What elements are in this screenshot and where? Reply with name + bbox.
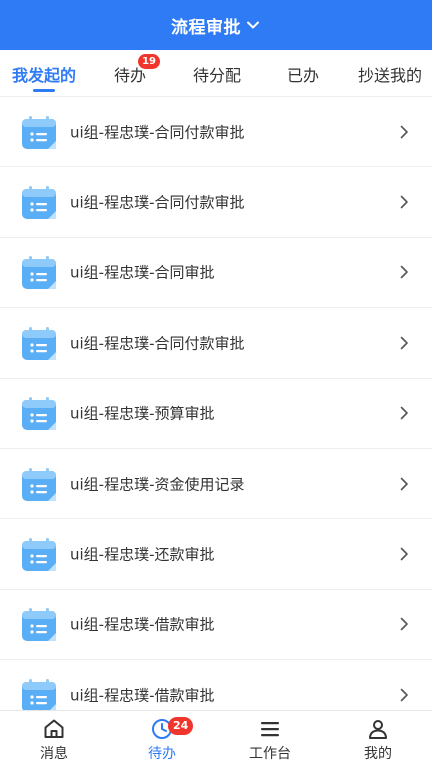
chevron-right-icon: [400, 266, 408, 279]
home-icon: [44, 719, 64, 738]
tab-cc-me[interactable]: 抄送我的: [350, 50, 430, 97]
list-item-label: ui组-程忠璞-合同付款审批: [70, 123, 245, 142]
approval-list: ui组-程忠璞-合同付款审批 ui组-程忠璞-合同付款审批 ui组-程忠璞-合同…: [0, 97, 432, 710]
calendar-list-icon: [22, 608, 56, 642]
calendar-list-icon: [22, 467, 56, 501]
list-item[interactable]: ui组-程忠璞-合同审批: [0, 238, 432, 309]
list-item[interactable]: ui组-程忠璞-还款审批: [0, 519, 432, 590]
nav-messages[interactable]: 消息: [0, 711, 108, 769]
list-item-label: ui组-程忠璞-合同付款审批: [70, 334, 245, 353]
chevron-right-icon: [400, 406, 408, 420]
calendar-list-icon: [22, 256, 56, 290]
user-icon: [369, 720, 387, 739]
chevron-down-icon: [247, 21, 259, 29]
tab-done[interactable]: 已办: [282, 50, 324, 97]
list-item-label: ui组-程忠璞-合同付款审批: [70, 193, 245, 212]
top-bar: 流程审批: [0, 0, 432, 50]
list-item-label: ui组-程忠璞-合同审批: [70, 263, 215, 282]
nav-label: 工作台: [249, 746, 291, 762]
tab-label: 已办: [286, 65, 319, 85]
chevron-right-icon: [400, 336, 408, 350]
tab-label: 我发起的: [11, 65, 76, 85]
list-item[interactable]: ui组-程忠璞-资金使用记录: [0, 449, 432, 520]
tab-badge: 19: [138, 54, 160, 69]
nav-label: 待办: [148, 746, 176, 762]
list-item-label: ui组-程忠璞-借款审批: [70, 615, 215, 634]
chevron-right-icon: [400, 688, 408, 702]
calendar-list-icon: [22, 115, 56, 149]
chevron-right-icon: [400, 125, 408, 138]
list-item-label: ui组-程忠璞-预算审批: [70, 404, 215, 423]
menu-icon: [261, 722, 279, 737]
calendar-list-icon: [22, 538, 56, 572]
tab-label: 待分配: [192, 65, 241, 85]
nav-workbench[interactable]: 工作台: [216, 711, 324, 769]
tab-to-assign[interactable]: 待分配: [186, 50, 248, 97]
page-title-dropdown[interactable]: 流程审批: [171, 13, 261, 38]
list-item-label: ui组-程忠璞-还款审批: [70, 545, 215, 564]
chevron-right-icon: [400, 547, 408, 561]
nav-profile[interactable]: 我的: [324, 711, 432, 769]
nav-label: 消息: [40, 746, 68, 762]
calendar-list-icon: [22, 678, 56, 710]
list-item[interactable]: ui组-程忠璞-合同付款审批: [0, 308, 432, 379]
list-item[interactable]: ui组-程忠璞-合同付款审批: [0, 97, 432, 168]
tab-bar: 我发起的 待办 19 待分配 已办 抄送我的: [0, 50, 432, 97]
calendar-list-icon: [22, 326, 56, 360]
calendar-list-icon: [22, 397, 56, 431]
list-item[interactable]: ui组-程忠璞-合同付款审批: [0, 167, 432, 238]
nav-todo[interactable]: 待办 24: [108, 711, 216, 769]
list-item[interactable]: ui组-程忠璞-借款审批: [0, 590, 432, 661]
list-item-label: ui组-程忠璞-资金使用记录: [70, 475, 245, 494]
tab-todo[interactable]: 待办 19: [110, 50, 160, 97]
tab-initiated[interactable]: 我发起的: [4, 50, 84, 97]
nav-label: 我的: [364, 746, 392, 762]
list-item[interactable]: ui组-程忠璞-借款审批: [0, 660, 432, 710]
chevron-right-icon: [400, 477, 408, 490]
chevron-right-icon: [400, 618, 408, 631]
calendar-list-icon: [22, 186, 56, 220]
tab-label: 抄送我的: [357, 65, 422, 85]
bottom-nav: 消息 待办 24 工作台 我的: [0, 710, 432, 768]
list-item[interactable]: ui组-程忠璞-预算审批: [0, 379, 432, 449]
chevron-right-icon: [400, 195, 408, 209]
tab-active-indicator: [33, 89, 55, 92]
nav-badge: 24: [168, 717, 194, 735]
page-title: 流程审批: [171, 17, 241, 38]
list-item-label: ui组-程忠璞-借款审批: [70, 686, 215, 705]
